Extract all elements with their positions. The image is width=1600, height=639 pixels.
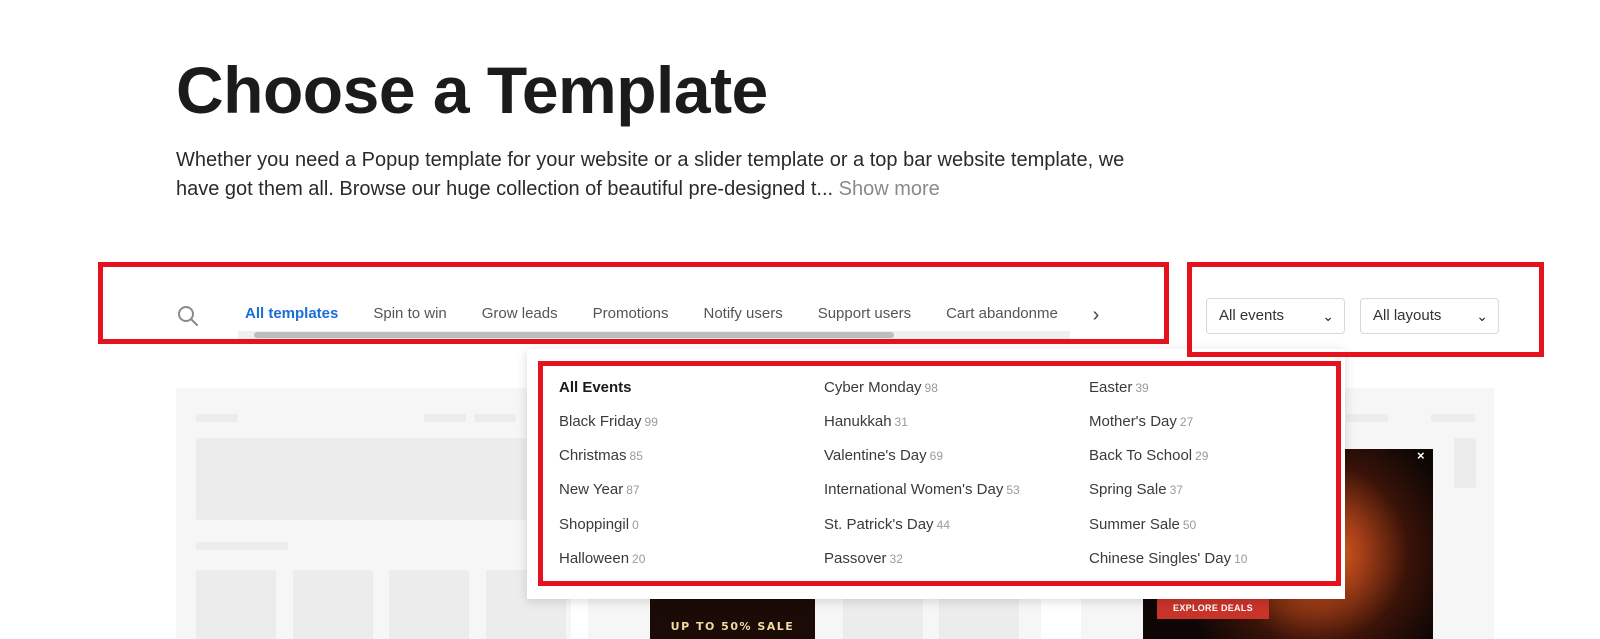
event-option[interactable]: Valentine's Day 69	[824, 447, 943, 464]
placeholder-bar	[424, 414, 466, 422]
event-label: Chinese Singles' Day	[1089, 550, 1232, 567]
event-option[interactable]: All Events	[559, 379, 635, 396]
placeholder-bar	[196, 542, 288, 550]
chevron-down-icon: ⌄	[1322, 308, 1334, 324]
layouts-select[interactable]: All layouts ⌄	[1360, 298, 1499, 334]
event-option[interactable]: Christmas 85	[559, 447, 643, 464]
event-label: Passover	[824, 550, 887, 567]
tab-promotions[interactable]: Promotions	[593, 303, 669, 325]
chevron-down-icon: ⌄	[1476, 308, 1488, 324]
tab-cart-abandonment[interactable]: Cart abandonme	[946, 303, 1058, 325]
event-label: Halloween	[559, 550, 630, 567]
event-option[interactable]: International Women's Day 53	[824, 481, 1020, 498]
event-label: Spring Sale	[1089, 481, 1167, 498]
promo-sale-text: UP TO 50% SALE	[670, 620, 795, 633]
tab-support-users[interactable]: Support users	[818, 303, 911, 325]
event-count: 31	[894, 415, 908, 429]
event-count: 85	[629, 449, 643, 463]
event-count: 98	[924, 381, 938, 395]
event-label: St. Patrick's Day	[824, 516, 934, 533]
event-count: 27	[1179, 415, 1194, 429]
template-card-left[interactable]	[176, 388, 571, 639]
event-option[interactable]: Black Friday 99	[559, 413, 658, 430]
tab-spin-to-win[interactable]: Spin to win	[373, 303, 446, 325]
page-title: Choose a Template	[176, 53, 768, 127]
tab-notify-users[interactable]: Notify users	[704, 303, 783, 325]
category-tabs: All templates Spin to win Grow leads Promot…	[245, 303, 1071, 327]
events-select-value: All events	[1219, 307, 1285, 324]
placeholder-block	[1454, 438, 1476, 488]
event-count: 29	[1195, 449, 1209, 463]
event-count: 10	[1234, 552, 1248, 566]
event-option[interactable]: St. Patrick's Day 44	[824, 516, 950, 533]
scrollbar-thumb[interactable]	[254, 332, 894, 338]
tab-grow-leads[interactable]: Grow leads	[482, 303, 558, 325]
placeholder-bar	[1346, 414, 1388, 422]
event-option[interactable]: Hanukkah 31	[824, 413, 908, 430]
tabs-scrollbar[interactable]	[238, 331, 1070, 339]
event-count: 99	[644, 415, 658, 429]
event-option[interactable]: Easter 39	[1089, 379, 1149, 396]
events-select[interactable]: All events ⌄	[1206, 298, 1345, 334]
placeholder-block	[389, 570, 469, 639]
event-label: Summer Sale	[1089, 516, 1180, 533]
event-option[interactable]: Halloween 20	[559, 550, 645, 567]
event-label: Easter	[1089, 379, 1133, 396]
event-count: 0	[632, 518, 639, 532]
event-option[interactable]: Summer Sale 50	[1089, 516, 1196, 533]
event-option[interactable]: Chinese Singles' Day 10	[1089, 550, 1247, 567]
event-label: Hanukkah	[824, 413, 892, 430]
search-icon[interactable]	[177, 305, 199, 327]
event-label: International Women's Day	[824, 481, 1004, 498]
page-description: Whether you need a Popup template for yo…	[176, 146, 1156, 204]
placeholder-block	[196, 570, 276, 639]
close-icon: ×	[1417, 448, 1425, 463]
event-label: Cyber Monday	[824, 379, 922, 396]
placeholder-block	[843, 598, 923, 639]
event-label: All Events	[559, 379, 632, 396]
event-count: 32	[889, 552, 903, 566]
placeholder-bar	[474, 414, 516, 422]
event-option[interactable]: Shoppingil 0	[559, 516, 639, 533]
event-option[interactable]: Passover 32	[824, 550, 903, 567]
explore-deals-button: EXPLORE DEALS	[1157, 598, 1269, 619]
event-label: Mother's Day	[1089, 413, 1177, 430]
event-count: 87	[626, 483, 640, 497]
chevron-right-icon[interactable]: ›	[1086, 303, 1106, 327]
event-count: 44	[936, 518, 950, 532]
event-count: 37	[1169, 483, 1183, 497]
event-option[interactable]: Back To School 29	[1089, 447, 1208, 464]
placeholder-bar	[1431, 414, 1475, 422]
event-count: 39	[1135, 381, 1149, 395]
event-option[interactable]: Cyber Monday 98	[824, 379, 938, 396]
show-more-link[interactable]: Show more	[839, 178, 940, 200]
event-label: Valentine's Day	[824, 447, 927, 464]
event-count: 53	[1006, 483, 1020, 497]
event-count: 50	[1182, 518, 1197, 532]
event-option[interactable]: Mother's Day 27	[1089, 413, 1193, 430]
placeholder-block	[939, 598, 1019, 639]
event-option[interactable]: New Year 87	[559, 481, 640, 498]
event-label: Christmas	[559, 447, 627, 464]
tab-all-templates[interactable]: All templates	[245, 303, 338, 325]
placeholder-block	[196, 438, 551, 520]
description-text: Whether you need a Popup template for yo…	[176, 149, 1125, 200]
event-count: 20	[632, 552, 646, 566]
event-label: Shoppingil	[559, 516, 630, 533]
placeholder-bar	[196, 414, 238, 422]
event-option[interactable]: Spring Sale 37	[1089, 481, 1183, 498]
placeholder-block	[293, 570, 373, 639]
event-label: New Year	[559, 481, 624, 498]
event-label: Back To School	[1089, 447, 1193, 464]
layouts-select-value: All layouts	[1373, 307, 1442, 324]
event-count: 69	[929, 449, 944, 463]
event-label: Black Friday	[559, 413, 642, 430]
promo-preview-left	[650, 599, 815, 639]
